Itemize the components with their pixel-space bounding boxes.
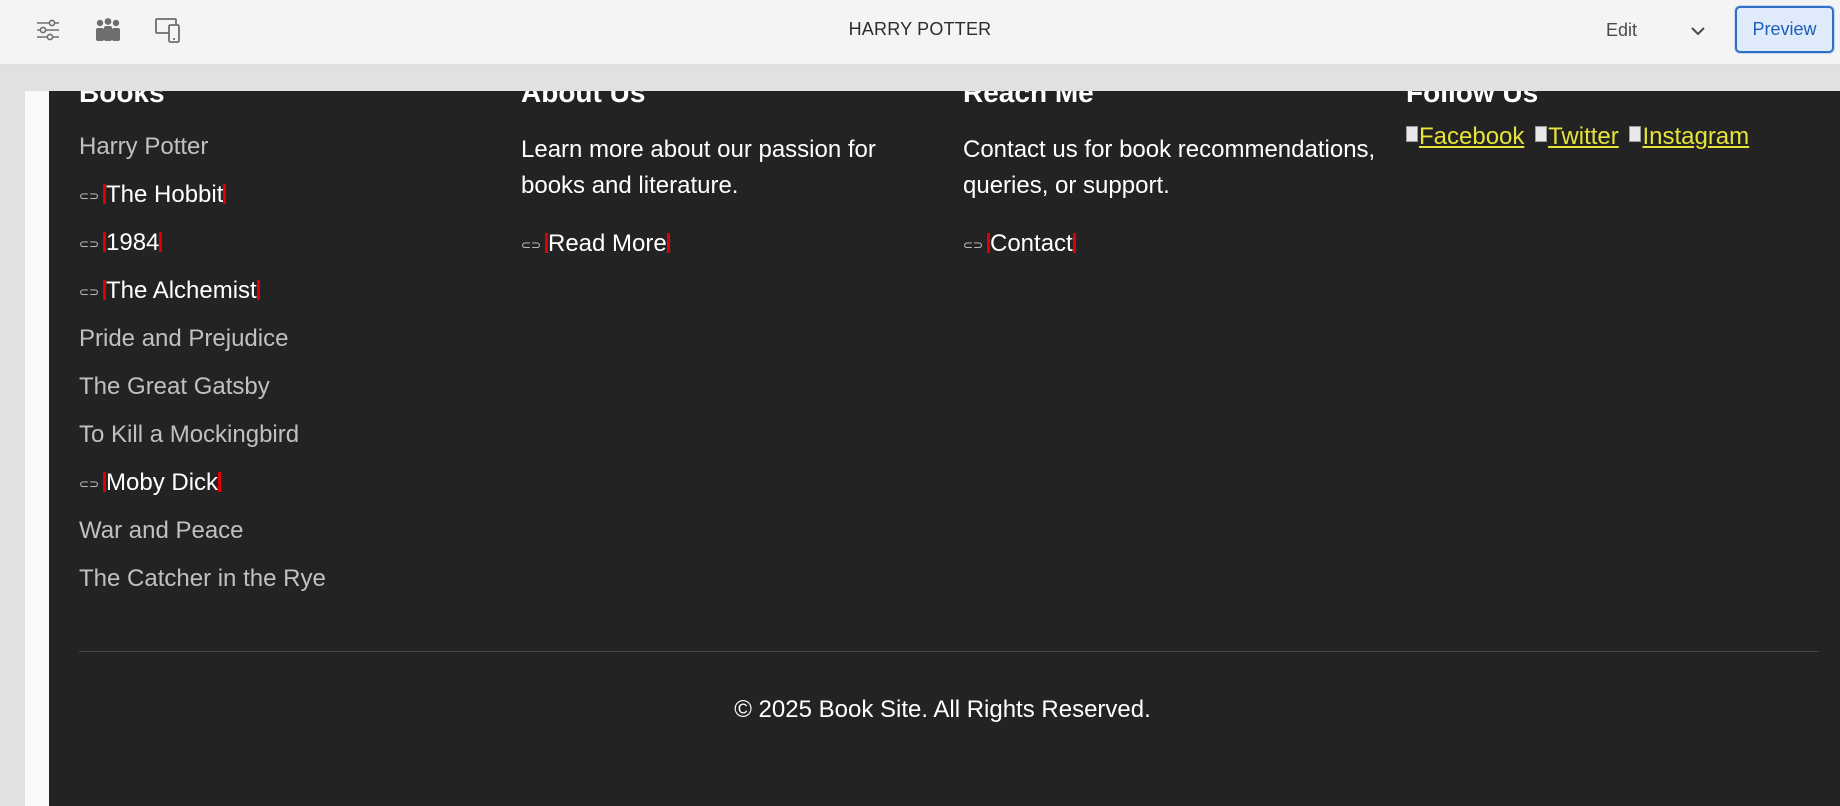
book-link[interactable]: To Kill a Mockingbird — [79, 421, 299, 448]
book-link[interactable]: The Catcher in the Rye — [79, 565, 326, 592]
list-item[interactable]: To Kill a Mockingbird — [79, 420, 326, 468]
facebook-label: Facebook — [1419, 123, 1525, 150]
book-link[interactable]: The Alchemist — [106, 277, 257, 304]
list-item[interactable]: ⊂⊃ 1984 — [79, 228, 326, 276]
book-link[interactable]: The Great Gatsby — [79, 373, 270, 400]
invalid-link-marker — [218, 472, 222, 492]
site-footer: Books Harry Potter ⊂⊃ The Hobbit ⊂⊃ 1984 ⊂… — [49, 91, 1840, 806]
book-link[interactable]: 1984 — [106, 229, 159, 256]
read-more-link-wrap[interactable]: ⊂⊃ Read More — [521, 229, 670, 260]
read-more-link[interactable]: Read More — [548, 230, 667, 257]
twitter-link[interactable]: Twitter — [1535, 123, 1619, 150]
column-heading: About Us — [521, 91, 646, 108]
list-item[interactable]: War and Peace — [79, 516, 326, 564]
twitter-label: Twitter — [1548, 123, 1619, 150]
contact-text: Contact us for book recommendations, que… — [963, 136, 1376, 199]
social-links: Facebook Twitter Instagram — [1406, 123, 1753, 151]
canvas-margin — [25, 91, 49, 806]
broken-link-icon: ⊂⊃ — [963, 237, 984, 252]
invalid-link-marker — [223, 184, 227, 204]
list-item[interactable]: Harry Potter — [79, 132, 326, 180]
mode-label[interactable]: Edit — [1606, 20, 1637, 41]
page-title: HARRY POTTER — [848, 19, 992, 39]
list-item[interactable]: ⊂⊃ The Alchemist — [79, 276, 326, 324]
books-link-list: Harry Potter ⊂⊃ The Hobbit ⊂⊃ 1984 ⊂⊃ The A… — [79, 132, 326, 612]
facebook-link[interactable]: Facebook — [1406, 123, 1524, 150]
footer-divider — [79, 651, 1819, 652]
broken-link-icon: ⊂⊃ — [79, 236, 100, 251]
contact-link-wrap[interactable]: ⊂⊃ Contact — [963, 229, 1076, 260]
broken-image-icon — [1535, 126, 1548, 142]
list-item[interactable]: The Great Gatsby — [79, 372, 326, 420]
preview-button[interactable]: Preview — [1735, 6, 1834, 53]
broken-image-icon — [1406, 126, 1418, 142]
list-item[interactable]: ⊂⊃ Moby Dick — [79, 468, 326, 516]
column-heading: Reach Me — [963, 91, 1094, 108]
invalid-link-marker — [256, 280, 260, 300]
book-link[interactable]: Harry Potter — [79, 133, 208, 160]
broken-link-icon: ⊂⊃ — [79, 476, 100, 491]
book-link[interactable]: The Hobbit — [106, 181, 223, 208]
broken-link-icon: ⊂⊃ — [79, 188, 100, 203]
contact-link[interactable]: Contact — [990, 230, 1073, 257]
instagram-label: Instagram — [1642, 123, 1750, 150]
list-item[interactable]: ⊂⊃ The Hobbit — [79, 180, 326, 228]
column-heading: Follow Us — [1406, 91, 1539, 108]
list-item[interactable]: The Catcher in the Rye — [79, 564, 326, 612]
instagram-link[interactable]: Instagram — [1629, 123, 1749, 150]
column-heading: Books — [79, 91, 165, 108]
invalid-link-marker — [159, 232, 163, 252]
broken-link-icon: ⊂⊃ — [79, 284, 100, 299]
book-link[interactable]: War and Peace — [79, 517, 244, 544]
editor-toolbar: HARRY POTTER Edit Preview — [0, 0, 1840, 65]
invalid-link-marker — [666, 233, 670, 253]
about-text: Learn more about our passion for books a… — [521, 136, 876, 199]
broken-image-icon — [1629, 126, 1642, 142]
book-link[interactable]: Moby Dick — [106, 469, 218, 496]
copyright-text: © 2025 Book Site. All Rights Reserved. — [734, 696, 1151, 723]
chevron-down-icon[interactable] — [1680, 14, 1716, 48]
list-item[interactable]: Pride and Prejudice — [79, 324, 326, 372]
broken-link-icon: ⊂⊃ — [521, 237, 542, 252]
invalid-link-marker — [1072, 233, 1076, 253]
book-link[interactable]: Pride and Prejudice — [79, 325, 288, 352]
